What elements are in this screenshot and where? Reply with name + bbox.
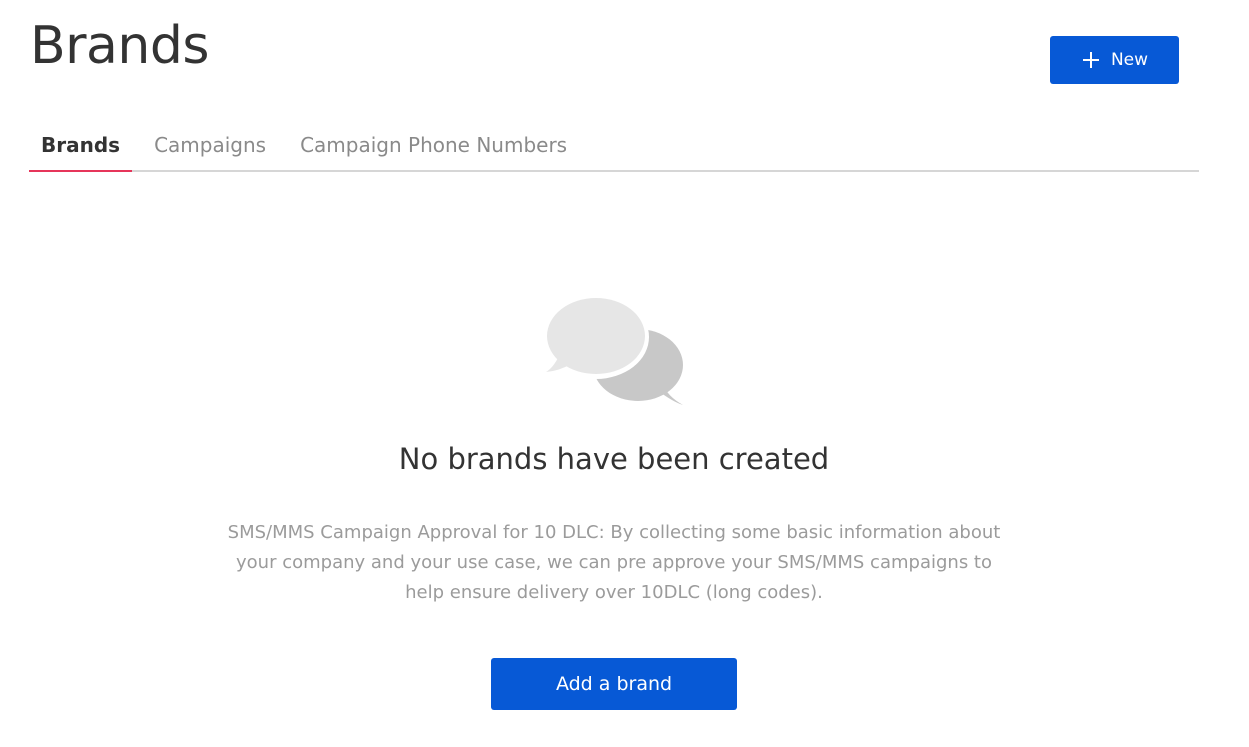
new-button-label: New bbox=[1110, 50, 1149, 70]
new-button[interactable]: New bbox=[1050, 36, 1179, 84]
tab-campaign-phone-numbers[interactable]: Campaign Phone Numbers bbox=[288, 120, 579, 170]
empty-state-description: SMS/MMS Campaign Approval for 10 DLC: By… bbox=[227, 522, 1001, 603]
empty-state-heading: No brands have been created bbox=[398, 442, 830, 476]
chat-bubbles-icon bbox=[543, 295, 685, 408]
brands-page: Brands New Brands Campaigns Campaign Pho… bbox=[0, 0, 1249, 747]
tab-campaigns[interactable]: Campaigns bbox=[142, 120, 278, 170]
page-title: Brands bbox=[30, 16, 209, 76]
plus-icon bbox=[1081, 50, 1101, 70]
add-brand-button[interactable]: Add a brand bbox=[491, 658, 737, 710]
tab-brands[interactable]: Brands bbox=[29, 120, 133, 172]
tab-bar: Brands Campaigns Campaign Phone Numbers bbox=[29, 120, 1199, 172]
